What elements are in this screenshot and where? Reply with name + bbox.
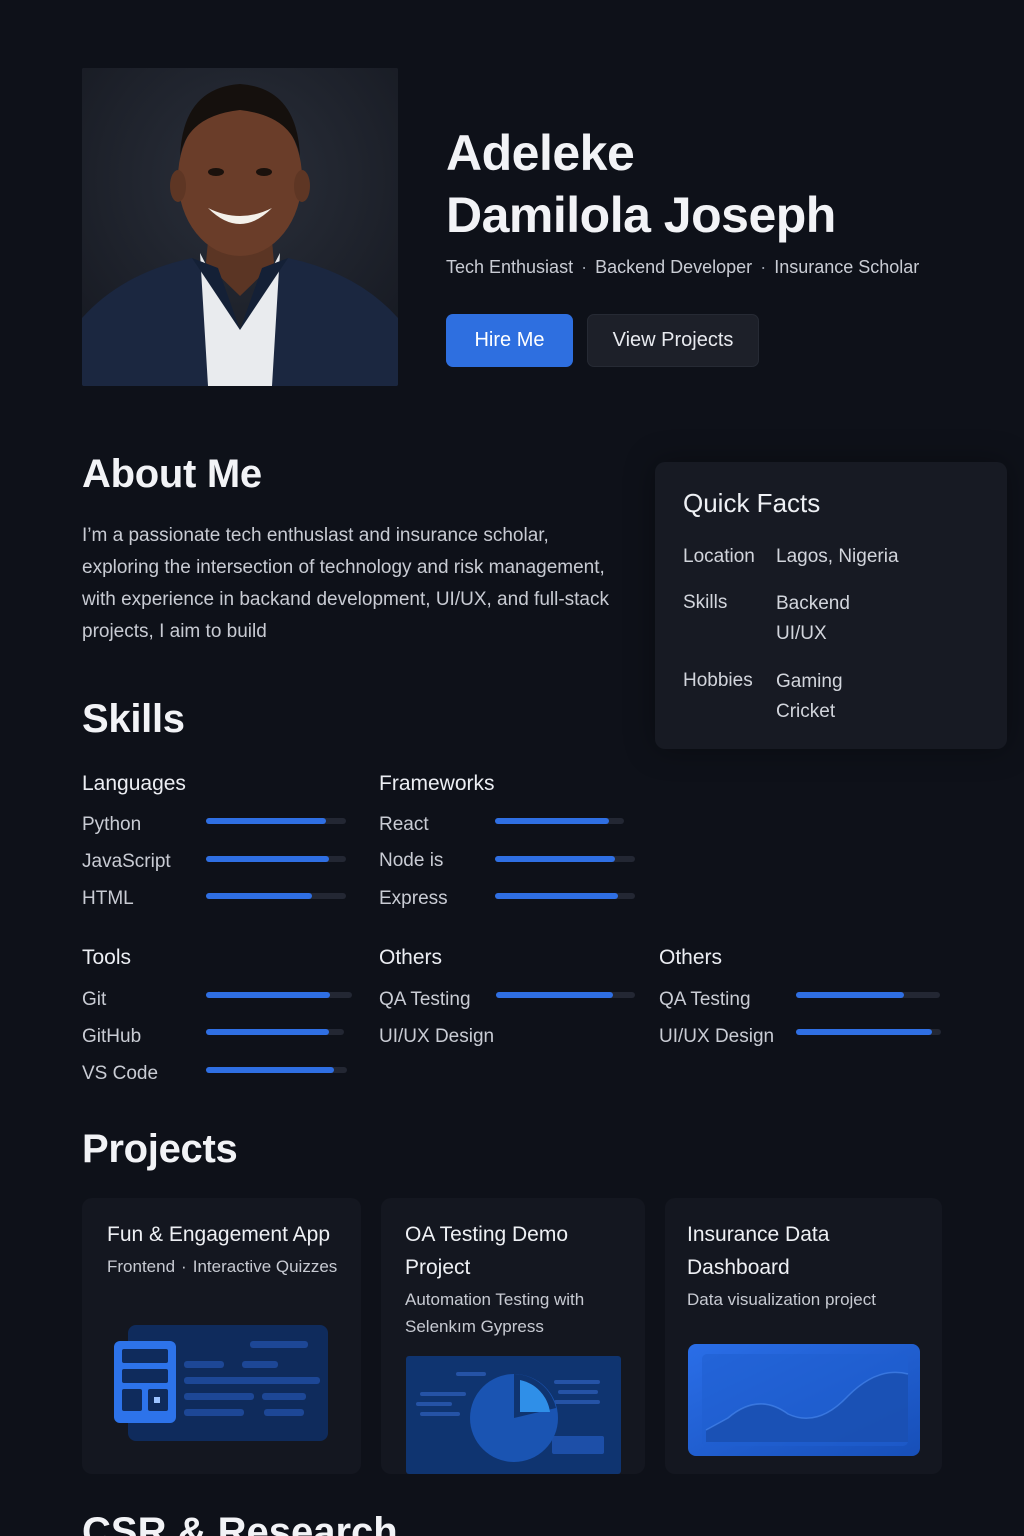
project-title: Fun & Engagement App	[107, 1218, 330, 1251]
separator-dot: ·	[181, 1257, 187, 1276]
skill-label: Express	[379, 888, 448, 909]
view-projects-button[interactable]: View Projects	[587, 314, 759, 367]
project-subtitle-line: Automation Testing with	[405, 1290, 585, 1309]
skill-bar	[206, 1067, 347, 1073]
tagline-item: Insurance Scholar	[774, 257, 920, 277]
project-title-line: Fun & Engagement App	[107, 1223, 330, 1246]
project-subtitle: Automation Testing with Selenkım Gypress	[405, 1286, 584, 1340]
project-title-line: Insurance Data	[687, 1223, 830, 1246]
skill-bar-fill	[796, 1029, 933, 1035]
skill-bar	[206, 856, 346, 862]
skill-group-tools: Tools	[82, 946, 132, 969]
skill-value-item: UI/UX	[776, 623, 827, 644]
about-text: I’m a passionate tech enthuslast and ins…	[82, 525, 609, 642]
skill-label: QA Testing	[659, 989, 751, 1010]
project-subtitle: Frontend · Interactive Quizzes	[107, 1253, 337, 1280]
location-label: Location	[683, 546, 755, 567]
skill-bar	[796, 992, 940, 998]
csr-research-heading: CSR & Research	[82, 1510, 398, 1536]
hire-me-button[interactable]: Hire Me	[446, 314, 573, 367]
skill-bar	[206, 1029, 344, 1035]
name-line-1: Adeleke	[446, 125, 635, 181]
hobbies-label: Hobbies	[683, 670, 753, 691]
skill-value-item: Backend	[776, 593, 850, 614]
skill-bar-fill	[206, 893, 313, 899]
project-subtitle-line: Selenkım Gypress	[405, 1317, 544, 1336]
tagline-item: Tech Enthusiast	[446, 257, 574, 277]
tagline-item: Backend Developer	[595, 257, 753, 277]
profile-photo	[82, 68, 398, 386]
project-title: Insurance Data Dashboard	[687, 1218, 829, 1284]
name-line-2: Damilola Joseph	[446, 187, 836, 243]
skill-bar-fill	[495, 893, 619, 899]
skill-label: Node is	[379, 850, 444, 871]
skill-label: Git	[82, 989, 107, 1010]
skill-bar-fill	[206, 818, 327, 824]
skill-label: HTML	[82, 888, 134, 909]
skill-group-languages: Languages	[82, 772, 186, 795]
location-text: Lagos, Nigeria	[776, 546, 899, 567]
skill-bar-fill	[496, 992, 613, 998]
skill-label: QA Testing	[379, 989, 471, 1010]
project-card[interactable]: OA Testing Demo Project Automation Testi…	[381, 1198, 645, 1474]
skill-label: GitHub	[82, 1026, 142, 1047]
hobby-item: Cricket	[776, 701, 836, 722]
skills-heading: Skills	[82, 697, 185, 741]
skill-label: UI/UX Design	[379, 1026, 495, 1047]
skill-bar	[496, 992, 635, 998]
skill-label: VS Code	[82, 1063, 159, 1084]
skill-group-others: Others	[659, 946, 723, 969]
profile-name: Adeleke Damilola Joseph	[446, 122, 966, 246]
skill-bar-fill	[206, 1029, 329, 1035]
project-title-line: Dashboard	[687, 1256, 790, 1279]
skill-label: UI/UX Design	[659, 1026, 775, 1047]
skill-bar-fill	[206, 1067, 335, 1073]
project-title-line: Project	[405, 1256, 471, 1279]
skill-bar	[206, 893, 346, 899]
about-heading: About Me	[82, 452, 262, 496]
dashboard-illustration	[688, 1344, 920, 1456]
skill-bar	[495, 818, 624, 824]
skill-bar	[206, 818, 346, 824]
project-subtitle-line: Data visualization project	[687, 1290, 876, 1309]
separator-dot: ·	[581, 257, 588, 277]
skill-group-others: Others	[379, 946, 443, 969]
hobby-item: Gaming	[776, 671, 843, 692]
skill-bar	[796, 1029, 941, 1035]
skill-bar-fill	[495, 818, 609, 824]
project-card[interactable]: Insurance Data Dashboard Data visualizat…	[665, 1198, 942, 1474]
skill-label: Python	[82, 814, 142, 835]
skill-label: React	[379, 814, 429, 835]
project-card[interactable]: Fun & Engagement App Frontend · Interactiv…	[82, 1198, 361, 1474]
quick-facts-title: Quick Facts	[683, 488, 821, 518]
skill-bar-fill	[495, 856, 616, 862]
projects-heading: Projects	[82, 1127, 238, 1171]
skill-bar-fill	[206, 992, 331, 998]
skills-label: Skills	[683, 592, 728, 613]
hobbies-value: Gaming Cricket	[776, 667, 843, 727]
project-subtitle: Data visualization project	[687, 1286, 876, 1313]
project-subtitle-part: Interactive Quizzes	[192, 1257, 338, 1276]
skill-group-frameworks: Frameworks	[379, 772, 495, 795]
skill-bar-fill	[796, 992, 904, 998]
skill-bar	[495, 856, 635, 862]
skill-bar	[206, 992, 352, 998]
skills-value: Backend UI/UX	[776, 589, 850, 649]
skill-label: JavaScript	[82, 851, 171, 872]
separator-dot: ·	[760, 257, 767, 277]
project-subtitle-part: Frontend	[107, 1257, 176, 1276]
quick-facts-card: Quick Facts Location Lagos, Nigeria Skil…	[655, 462, 1007, 749]
profile-tagline: Tech Enthusiast · Backend Developer · Insura…	[446, 257, 919, 278]
skill-bar	[495, 893, 635, 899]
project-title-line: OA Testing Demo	[405, 1223, 569, 1246]
location-value: Lagos, Nigeria	[776, 542, 899, 572]
quiz-app-illustration	[114, 1325, 328, 1441]
skill-bar-fill	[206, 856, 330, 862]
portfolio-page: Adeleke Damilola Joseph Tech Enthusiast ·…	[0, 0, 1024, 1536]
project-title: OA Testing Demo Project	[405, 1218, 568, 1284]
testing-dashboard-illustration	[406, 1356, 621, 1474]
